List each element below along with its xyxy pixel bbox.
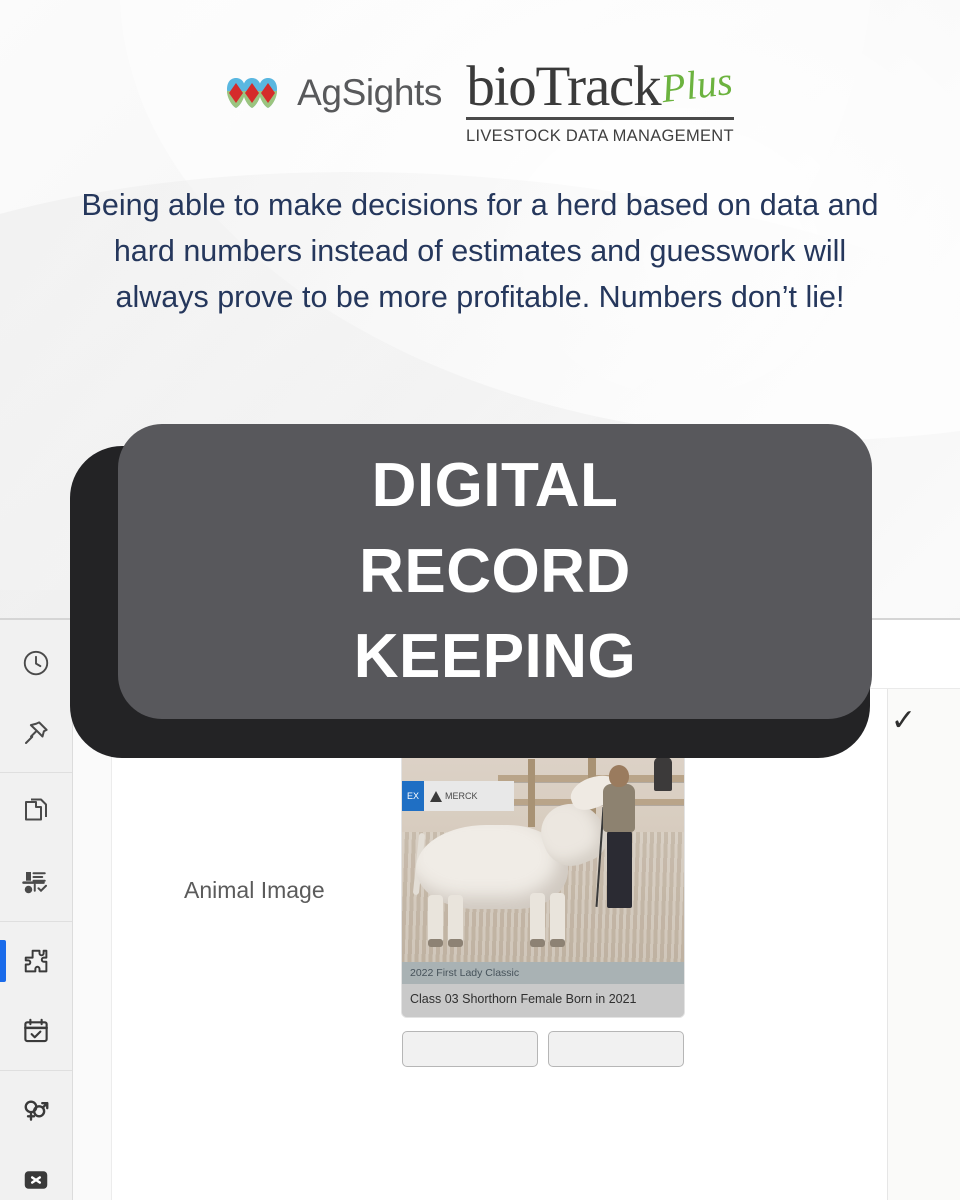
biotrack-wordmark: bioTrack xyxy=(466,55,661,118)
sidebar-item-analytics[interactable] xyxy=(0,847,72,917)
confirm-check-icon[interactable]: ✓ xyxy=(891,706,916,736)
animal-hoof-3 xyxy=(530,939,545,947)
gender-symbols-icon xyxy=(21,1095,51,1125)
agsights-wordmark: AgSights xyxy=(297,72,442,113)
biotrack-tagline: LIVESTOCK DATA MANAGEMENT xyxy=(466,127,734,145)
clock-icon xyxy=(21,648,51,678)
animal-image-label: Animal Image xyxy=(184,877,325,903)
animal-photo-image: EX MERCK xyxy=(402,737,684,962)
photo-action-button-2[interactable] xyxy=(548,1031,684,1067)
app-sidebar xyxy=(0,620,73,1200)
copy-documents-icon xyxy=(21,797,51,827)
animal-leg-2 xyxy=(448,895,463,945)
biotrack-plus-logo: bioTrack Plus LIVESTOCK DATA MANAGEMENT xyxy=(466,55,736,146)
handler-head xyxy=(609,765,629,787)
sidebar-group-1 xyxy=(0,624,72,773)
animal-leg-3 xyxy=(530,893,545,945)
agsights-diamonds-icon xyxy=(227,78,278,108)
callout-banner: DIGITAL RECORD KEEPING xyxy=(118,424,872,719)
handler-torso xyxy=(603,784,635,832)
sidebar-item-close[interactable] xyxy=(0,1145,72,1200)
animal-leg-1 xyxy=(428,895,443,945)
callout-headline: DIGITAL RECORD KEEPING xyxy=(353,451,637,692)
pin-icon xyxy=(21,718,51,748)
sidebar-item-recent[interactable] xyxy=(0,628,72,698)
biotrack-wordmark-row: bioTrack Plus xyxy=(466,55,736,118)
animal-hoof-1 xyxy=(428,939,443,947)
sponsor-banner: EX MERCK xyxy=(402,781,514,811)
sidebar-group-2 xyxy=(0,773,72,922)
sidebar-item-addons[interactable] xyxy=(0,926,72,996)
sidebar-item-breeding[interactable] xyxy=(0,1075,72,1145)
promo-quote-text: Being able to make decisions for a herd … xyxy=(81,188,879,314)
sidebar-item-pinned[interactable] xyxy=(0,698,72,768)
background-person xyxy=(654,757,672,791)
biotrack-divider-rule xyxy=(466,117,734,120)
form-field-column: EX MERCK 2022 First Lady Classic Class 0… xyxy=(402,729,960,1200)
sponsor-banner-text: MERCK xyxy=(445,791,478,801)
sidebar-group-3 xyxy=(0,922,72,1071)
brand-logo-bar: AgSights bioTrack Plus LIVESTOCK DATA MA… xyxy=(0,58,960,146)
sponsor-banner-badge: EX xyxy=(402,781,424,811)
form-label-column: Animal Image xyxy=(112,729,402,1200)
close-box-icon xyxy=(21,1165,51,1195)
agsights-logo: AgSights xyxy=(226,72,442,114)
puzzle-piece-icon xyxy=(20,945,52,977)
animal-photo-card[interactable]: EX MERCK 2022 First Lady Classic Class 0… xyxy=(402,737,684,1017)
handler-legs xyxy=(607,830,632,908)
biotrack-plus-script: Plus xyxy=(659,57,736,112)
analytics-chart-icon xyxy=(21,867,51,897)
sponsor-banner-triangle-icon xyxy=(430,790,442,802)
animal-hoof-2 xyxy=(448,939,463,947)
sidebar-item-calendar[interactable] xyxy=(0,996,72,1066)
sidebar-group-4 xyxy=(0,1071,72,1200)
animal-information-form: Animal Image EX MERCK 2022 First Lady Cl… xyxy=(112,689,960,1200)
fence-post-a xyxy=(528,759,535,827)
animal-leg-4 xyxy=(550,893,565,945)
calendar-check-icon xyxy=(21,1016,51,1046)
photo-action-button-1[interactable] xyxy=(402,1031,538,1067)
animal-hoof-4 xyxy=(550,939,565,947)
photo-caption-title: 2022 First Lady Classic xyxy=(402,962,684,984)
app-right-pane xyxy=(887,689,960,1200)
sidebar-item-documents[interactable] xyxy=(0,777,72,847)
photo-action-buttons xyxy=(402,1031,684,1067)
photo-caption-subtitle: Class 03 Shorthorn Female Born in 2021 xyxy=(402,984,684,1017)
